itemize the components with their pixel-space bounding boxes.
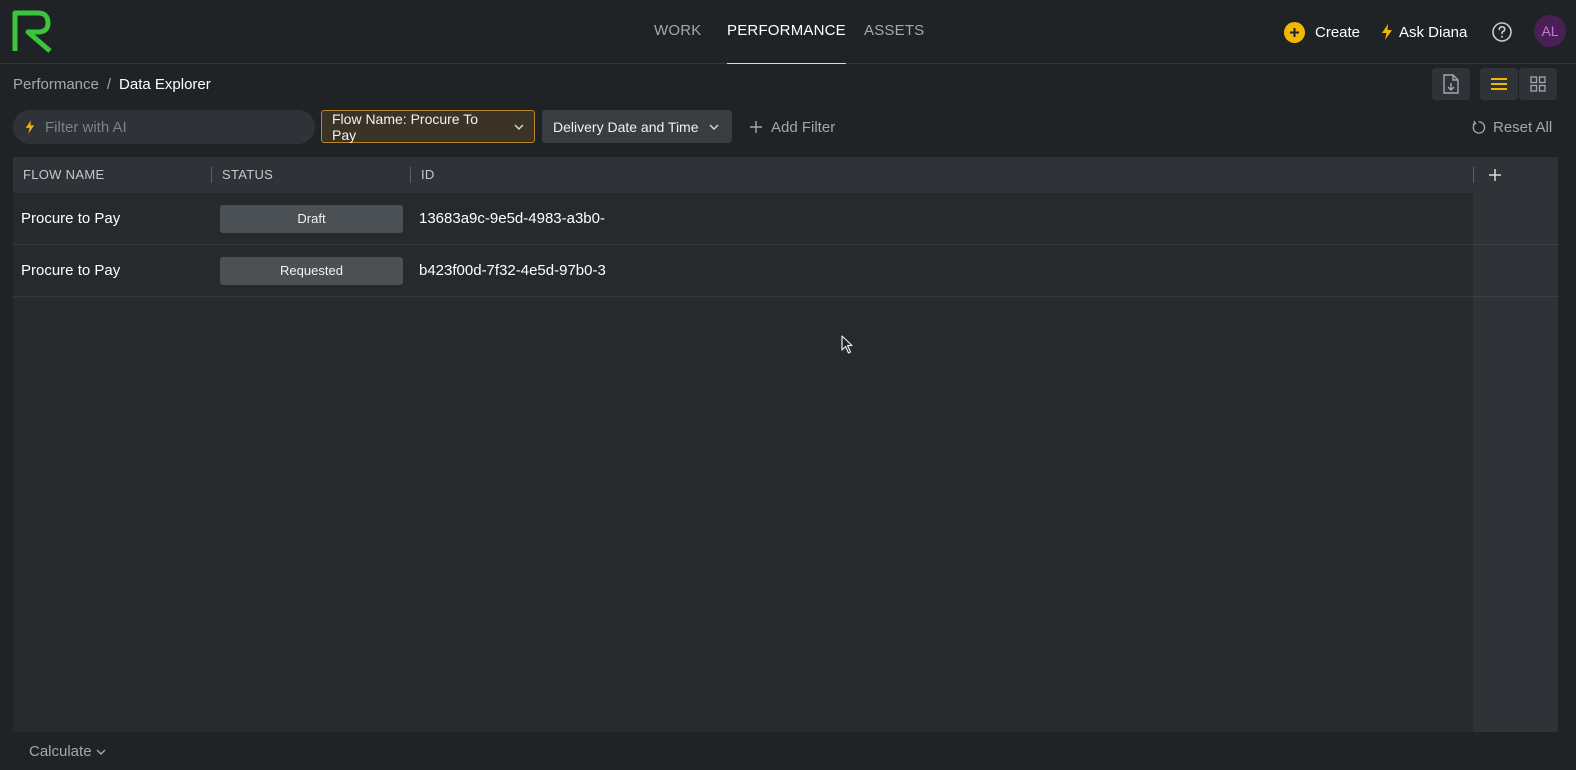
mouse-cursor-icon bbox=[841, 335, 853, 354]
list-view-icon bbox=[1491, 78, 1507, 90]
create-button[interactable]: Create bbox=[1284, 19, 1360, 45]
add-filter-button[interactable]: Add Filter bbox=[749, 115, 835, 139]
data-table: FLOW NAME STATUS ID Procure to Pay Draft… bbox=[13, 157, 1558, 732]
top-bar: WORK PERFORMANCE ASSETS Create Ask Diana… bbox=[0, 0, 1576, 64]
plus-circle-icon bbox=[1284, 21, 1305, 43]
plus-icon bbox=[1489, 169, 1501, 181]
file-download-icon bbox=[1443, 74, 1459, 94]
export-button[interactable] bbox=[1432, 68, 1470, 100]
status-badge: Draft bbox=[220, 205, 403, 233]
user-avatar[interactable]: AL bbox=[1534, 15, 1566, 47]
column-header-id[interactable]: ID bbox=[421, 157, 435, 193]
table-header: FLOW NAME STATUS ID bbox=[13, 157, 1558, 193]
gutter-divider bbox=[1473, 244, 1558, 245]
tab-performance[interactable]: PERFORMANCE bbox=[727, 0, 846, 64]
calculate-label: Calculate bbox=[29, 743, 92, 760]
cell-flow-name: Procure to Pay bbox=[21, 210, 121, 227]
add-column-button[interactable] bbox=[1485, 165, 1505, 185]
table-right-gutter bbox=[1473, 193, 1558, 732]
breadcrumb-current: Data Explorer bbox=[119, 76, 211, 93]
filter-chip-flow-name[interactable]: Flow Name: Procure To Pay bbox=[321, 110, 535, 143]
filter-chip-delivery-date[interactable]: Delivery Date and Time bbox=[542, 110, 732, 143]
column-resize-handle[interactable] bbox=[410, 167, 411, 183]
filter-chip-label: Delivery Date and Time bbox=[553, 118, 699, 135]
list-view-button[interactable] bbox=[1480, 68, 1518, 100]
grid-view-icon bbox=[1530, 76, 1546, 92]
cell-id: 13683a9c-9e5d-4983-a3b0- bbox=[419, 210, 605, 227]
plus-icon bbox=[750, 121, 762, 133]
breadcrumb: Performance / Data Explorer bbox=[13, 76, 211, 93]
table-row[interactable]: Procure to Pay Draft 13683a9c-9e5d-4983-… bbox=[13, 193, 1473, 245]
calculate-dropdown[interactable]: Calculate bbox=[29, 743, 106, 760]
filter-chip-label: Flow Name: Procure To Pay bbox=[332, 110, 479, 143]
status-badge: Requested bbox=[220, 257, 403, 285]
table-row[interactable]: Procure to Pay Requested b423f00d-7f32-4… bbox=[13, 245, 1473, 297]
ai-filter-input[interactable] bbox=[45, 118, 285, 136]
cell-id: b423f00d-7f32-4e5d-97b0-3 bbox=[419, 262, 606, 279]
tab-assets[interactable]: ASSETS bbox=[864, 0, 924, 64]
app-logo[interactable] bbox=[12, 9, 56, 53]
lightning-icon bbox=[1382, 24, 1392, 40]
ai-filter bbox=[13, 110, 315, 144]
ask-diana-label: Ask Diana bbox=[1399, 23, 1468, 41]
reset-all-label: Reset All bbox=[1493, 118, 1553, 136]
column-resize-handle[interactable] bbox=[211, 167, 212, 183]
chevron-down-icon bbox=[709, 124, 719, 130]
column-resize-handle[interactable] bbox=[1473, 167, 1474, 183]
reset-all-button[interactable]: Reset All bbox=[1471, 115, 1552, 139]
column-header-status[interactable]: STATUS bbox=[222, 157, 273, 193]
tab-work[interactable]: WORK bbox=[654, 0, 701, 64]
gutter-divider bbox=[1473, 296, 1558, 297]
chevron-down-icon bbox=[514, 124, 524, 130]
grid-view-button[interactable] bbox=[1519, 68, 1557, 100]
breadcrumb-parent[interactable]: Performance bbox=[13, 76, 99, 93]
create-label: Create bbox=[1315, 23, 1361, 41]
ask-diana-button[interactable]: Ask Diana bbox=[1381, 19, 1467, 45]
lightning-icon bbox=[25, 120, 35, 134]
cell-flow-name: Procure to Pay bbox=[21, 262, 121, 279]
add-filter-label: Add Filter bbox=[771, 118, 836, 136]
reset-icon bbox=[1472, 120, 1486, 134]
column-header-flow-name[interactable]: FLOW NAME bbox=[23, 157, 104, 193]
breadcrumb-separator: / bbox=[106, 76, 112, 93]
question-circle-icon[interactable] bbox=[1491, 21, 1513, 43]
chevron-down-icon bbox=[96, 749, 106, 755]
